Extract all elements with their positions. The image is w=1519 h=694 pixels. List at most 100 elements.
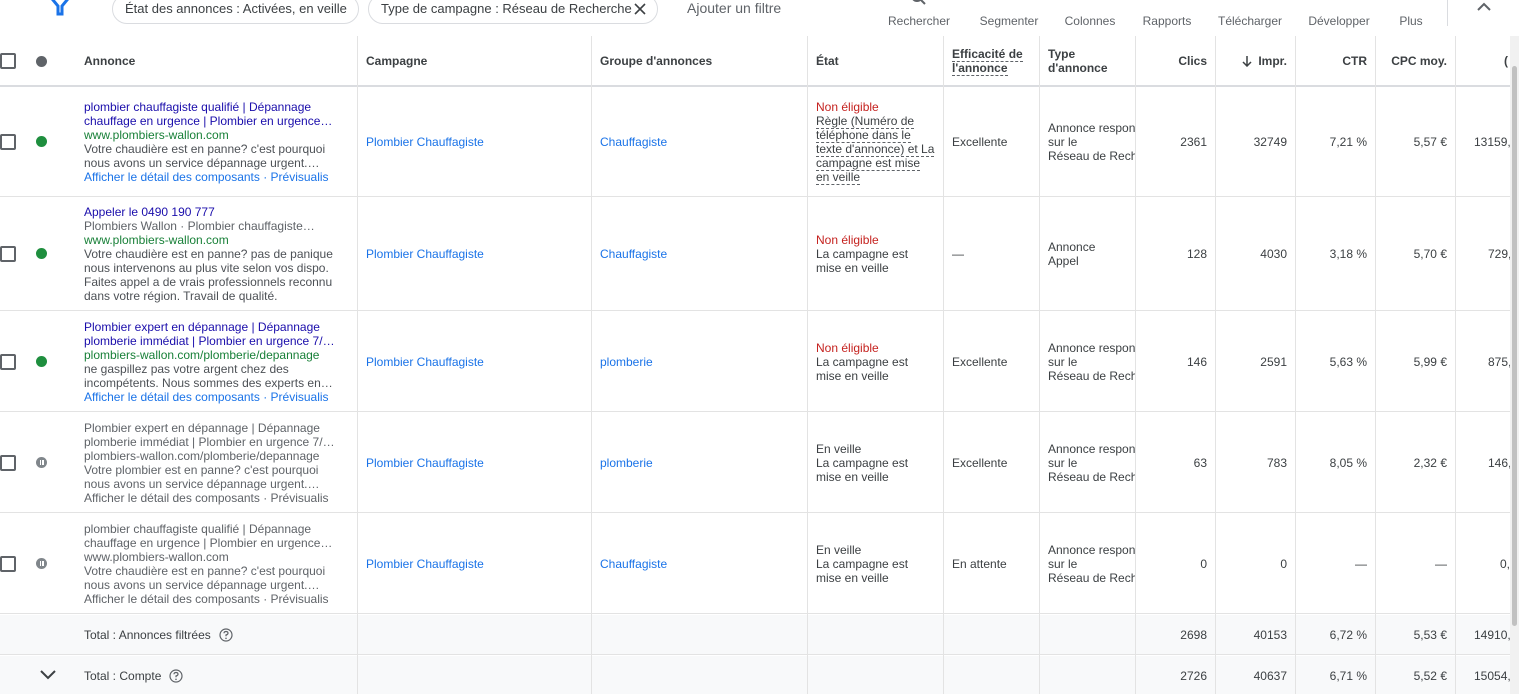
header-ctr[interactable]: CTR: [1296, 36, 1367, 85]
row-checkbox[interactable]: [0, 354, 16, 370]
ad-group-link[interactable]: Chauffagiste: [600, 557, 667, 571]
paused-status-icon[interactable]: [36, 558, 47, 569]
help-icon[interactable]: [169, 668, 183, 683]
campaign-cell[interactable]: Plombier Chauffagiste: [366, 198, 586, 310]
header-status[interactable]: État: [816, 36, 936, 85]
ad-headline[interactable]: Plombier expert en dépannage | Dépannage: [84, 320, 334, 334]
ad-headline[interactable]: plomberie immédiat | Plombier en urgence…: [84, 435, 334, 449]
ad-cell[interactable]: Plombier expert en dépannage | Dépannage…: [84, 413, 334, 512]
ad-group-cell[interactable]: Chauffagiste: [600, 514, 800, 613]
header-impressions[interactable]: Impr.: [1216, 36, 1287, 85]
ctr-value: 7,21 %: [1329, 135, 1367, 149]
status-title[interactable]: En veille: [816, 543, 908, 557]
more-button[interactable]: Plus: [1388, 0, 1434, 36]
ad-headline[interactable]: chauffage en urgence | Plombier en urgen…: [84, 114, 332, 128]
campaign-cell[interactable]: Plombier Chauffagiste: [366, 88, 586, 196]
ad-cell[interactable]: Plombier expert en dépannage | Dépannage…: [84, 312, 334, 411]
row-checkbox[interactable]: [0, 134, 16, 150]
close-icon[interactable]: [632, 1, 648, 17]
ad-cell[interactable]: plombier chauffagiste qualifié | Dépanna…: [84, 514, 334, 613]
table-row[interactable]: Appeler le 0490 190 777 Plombiers Wallon…: [0, 198, 1510, 311]
row-checkbox[interactable]: [0, 556, 16, 572]
search-button[interactable]: Rechercher: [878, 0, 960, 36]
ad-details-links[interactable]: Afficher le détail des composants · Prév…: [84, 170, 332, 184]
filter-funnel-icon[interactable]: [44, 0, 78, 16]
effectiveness-cell[interactable]: Excellente: [952, 312, 1036, 411]
status-cell[interactable]: Non éligible La campagne est mise en vei…: [816, 198, 940, 310]
status-dot-icon[interactable]: [36, 56, 47, 67]
campaign-cell[interactable]: Plombier Chauffagiste: [366, 312, 586, 411]
enabled-status-icon[interactable]: [36, 136, 47, 147]
segment-button[interactable]: Segmenter: [970, 0, 1048, 36]
ad-group-link[interactable]: Chauffagiste: [600, 135, 667, 149]
campaign-cell[interactable]: Plombier Chauffagiste: [366, 514, 586, 613]
header-campaign[interactable]: Campagne: [366, 36, 586, 85]
expand-button[interactable]: Développer: [1300, 0, 1378, 36]
ad-headline[interactable]: plombier chauffagiste qualifié | Dépanna…: [84, 522, 332, 536]
status-detail[interactable]: Règle (Numéro de: [816, 114, 934, 129]
chevron-up-icon[interactable]: [1474, 0, 1494, 14]
ad-group-cell[interactable]: plomberie: [600, 312, 800, 411]
header-ad-group[interactable]: Groupe d'annonces: [600, 36, 800, 85]
effectiveness-cell[interactable]: En attente: [952, 514, 1036, 613]
effectiveness-cell[interactable]: Excellente: [952, 413, 1036, 512]
add-filter-button[interactable]: Ajouter un filtre: [687, 0, 781, 16]
effectiveness-cell[interactable]: Excellente: [952, 88, 1036, 196]
ad-group-cell[interactable]: plomberie: [600, 413, 800, 512]
reports-button[interactable]: Rapports: [1134, 0, 1200, 36]
table-row[interactable]: Plombier expert en dépannage | Dépannage…: [0, 413, 1510, 513]
ad-details-links[interactable]: Afficher le détail des composants · Prév…: [84, 592, 332, 606]
ad-headline[interactable]: plombier chauffagiste qualifié | Dépanna…: [84, 100, 332, 114]
paused-status-icon[interactable]: [36, 457, 47, 468]
row-checkbox[interactable]: [0, 246, 16, 262]
ad-cell[interactable]: Appeler le 0490 190 777 Plombiers Wallon…: [84, 198, 334, 310]
enabled-status-icon[interactable]: [36, 248, 47, 259]
columns-button[interactable]: Colonnes: [1056, 0, 1124, 36]
enabled-status-icon[interactable]: [36, 356, 47, 367]
campaign-link[interactable]: Plombier Chauffagiste: [366, 456, 484, 470]
table-row[interactable]: plombier chauffagiste qualifié | Dépanna…: [0, 88, 1510, 197]
row-checkbox[interactable]: [0, 455, 16, 471]
status-cell[interactable]: En veille La campagne est mise en veille: [816, 413, 940, 512]
status-title[interactable]: Non éligible: [816, 233, 908, 247]
table-row[interactable]: Plombier expert en dépannage | Dépannage…: [0, 312, 1510, 412]
ad-headline[interactable]: chauffage en urgence | Plombier en urgen…: [84, 536, 332, 550]
ad-cell[interactable]: plombier chauffagiste qualifié | Dépanna…: [84, 88, 334, 196]
ad-headline[interactable]: Plombier expert en dépannage | Dépannage: [84, 421, 334, 435]
status-cell[interactable]: Non éligible La campagne est mise en vei…: [816, 312, 940, 411]
ad-details-links[interactable]: Afficher le détail des composants · Prév…: [84, 491, 334, 505]
ad-group-cell[interactable]: Chauffagiste: [600, 198, 800, 310]
ad-headline[interactable]: Appeler le 0490 190 777: [84, 205, 333, 219]
header-ad-type[interactable]: Type d'annonce: [1048, 36, 1132, 85]
status-cell[interactable]: Non éligible Règle (Numéro de téléphone …: [816, 88, 940, 196]
header-ad[interactable]: Annonce: [84, 36, 344, 85]
ad-group-link[interactable]: plomberie: [600, 355, 653, 369]
select-all-checkbox[interactable]: [0, 53, 16, 69]
filter-chip-ad-status[interactable]: État des annonces : Activées, en veille: [112, 0, 359, 24]
campaign-link[interactable]: Plombier Chauffagiste: [366, 557, 484, 571]
ad-details-links[interactable]: Afficher le détail des composants · Prév…: [84, 390, 334, 404]
status-title[interactable]: Non éligible: [816, 341, 908, 355]
filter-chip-campaign-type[interactable]: Type de campagne : Réseau de Recherche: [368, 0, 658, 24]
scrollbar-thumb[interactable]: [1512, 66, 1517, 626]
status-cell[interactable]: En veille La campagne est mise en veille: [816, 514, 940, 613]
help-icon[interactable]: [219, 627, 233, 642]
campaign-link[interactable]: Plombier Chauffagiste: [366, 355, 484, 369]
campaign-link[interactable]: Plombier Chauffagiste: [366, 135, 484, 149]
download-button[interactable]: Télécharger: [1210, 0, 1290, 36]
header-clicks[interactable]: Clics: [1136, 36, 1207, 85]
status-title[interactable]: Non éligible: [816, 100, 934, 114]
ad-group-link[interactable]: Chauffagiste: [600, 247, 667, 261]
chevron-down-icon[interactable]: [38, 668, 58, 682]
header-avg-cpc[interactable]: CPC moy.: [1376, 36, 1447, 85]
status-title[interactable]: En veille: [816, 442, 908, 456]
ad-headline[interactable]: plomberie immédiat | Plombier en urgence…: [84, 334, 334, 348]
campaign-link[interactable]: Plombier Chauffagiste: [366, 247, 484, 261]
column-divider: [591, 36, 592, 694]
header-ad-effectiveness[interactable]: Efficacité de l'annonce: [952, 36, 1036, 85]
ad-group-cell[interactable]: Chauffagiste: [600, 88, 800, 196]
campaign-cell[interactable]: Plombier Chauffagiste: [366, 413, 586, 512]
table-row[interactable]: plombier chauffagiste qualifié | Dépanna…: [0, 514, 1510, 614]
vertical-scrollbar[interactable]: [1510, 36, 1519, 694]
ad-group-link[interactable]: plomberie: [600, 456, 653, 470]
